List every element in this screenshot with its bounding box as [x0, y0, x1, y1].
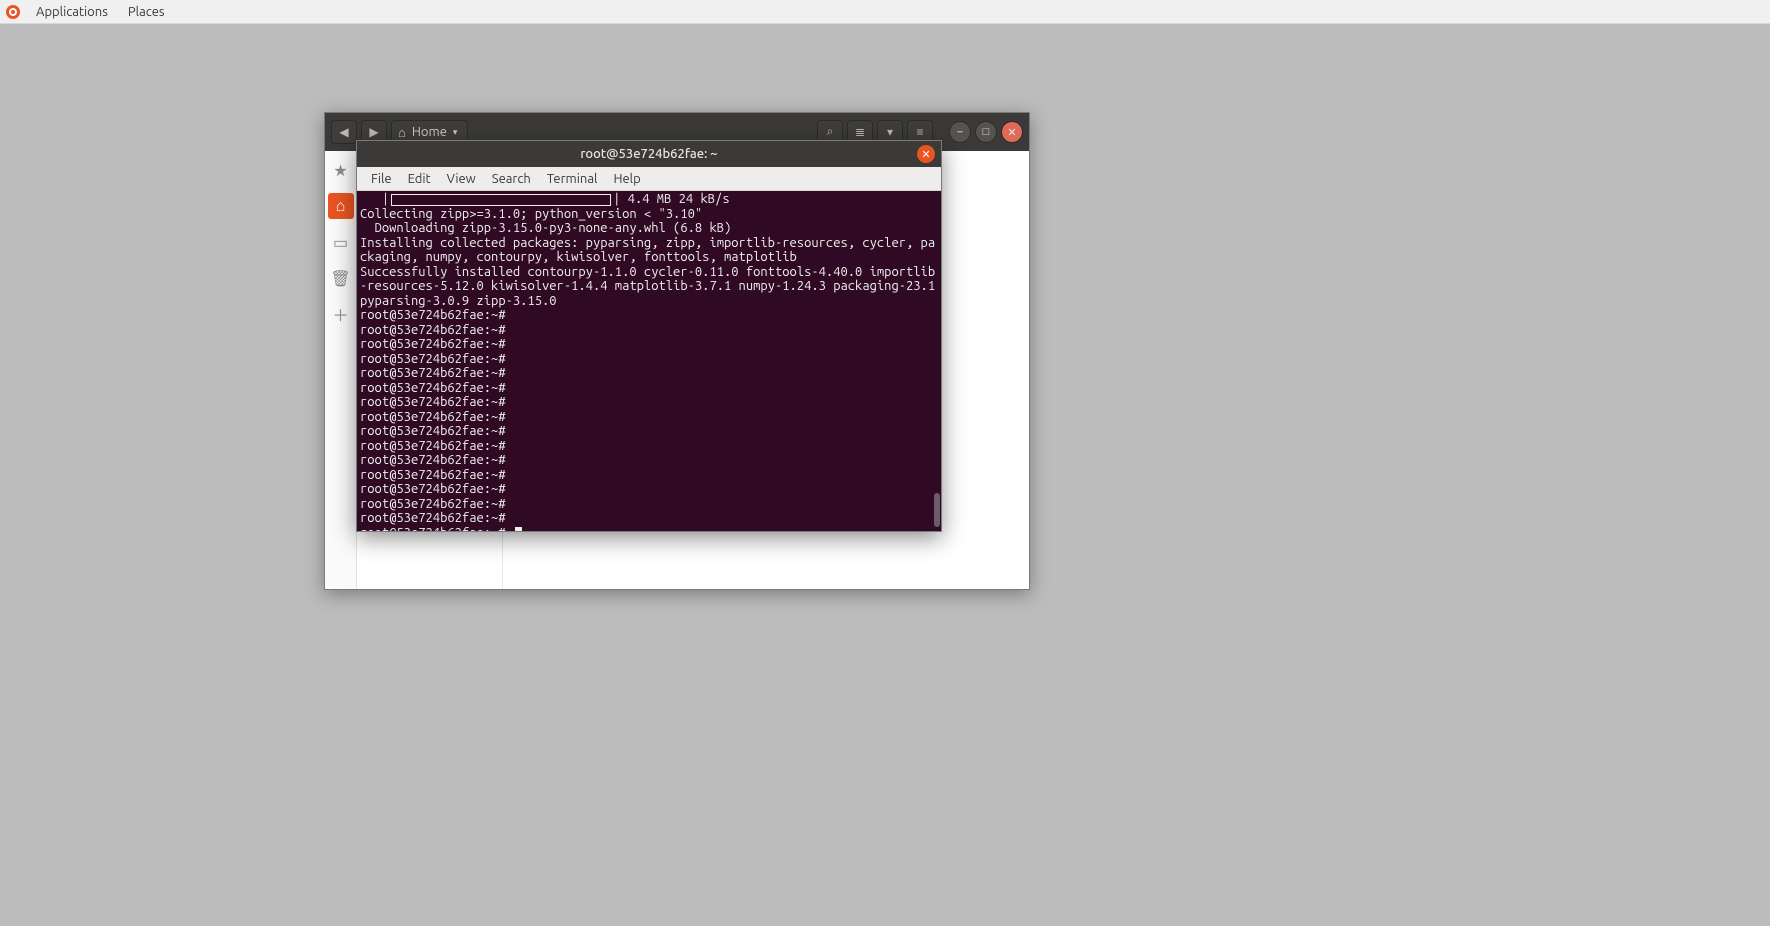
terminal-window: root@53e724b62fae: ~ ✕ File Edit View Se…	[356, 140, 942, 532]
progress-line: || 4.4 MB 24 kB/s	[360, 192, 730, 206]
menu-terminal[interactable]: Terminal	[539, 172, 606, 186]
progress-suffix: | 4.4 MB 24 kB/s	[613, 192, 729, 206]
ubuntu-logo-icon	[6, 5, 20, 19]
terminal-close-button[interactable]: ✕	[917, 145, 935, 163]
scrollbar-thumb[interactable]	[934, 493, 940, 527]
terminal-prompts: root@53e724b62fae:~# root@53e724b62fae:~…	[360, 308, 522, 531]
menu-help[interactable]: Help	[605, 172, 648, 186]
cursor	[515, 527, 522, 532]
home-icon: ⌂	[398, 125, 406, 140]
menu-view[interactable]: View	[439, 172, 484, 186]
terminal-body[interactable]: || 4.4 MB 24 kB/s Collecting zipp>=3.1.0…	[357, 191, 941, 531]
sidebar-trash[interactable]: 🗑	[328, 265, 354, 291]
menu-edit[interactable]: Edit	[400, 172, 439, 186]
sidebar-desktop[interactable]: ▭	[328, 229, 354, 255]
topbar-applications[interactable]: Applications	[26, 5, 118, 19]
menu-search[interactable]: Search	[484, 172, 539, 186]
terminal-title: root@53e724b62fae: ~	[580, 147, 717, 161]
chevron-down-icon: ▾	[453, 127, 458, 138]
maximize-button[interactable]: □	[975, 121, 997, 143]
back-button[interactable]: ◀	[331, 120, 357, 144]
terminal-menubar: File Edit View Search Terminal Help	[357, 167, 941, 191]
menu-file[interactable]: File	[363, 172, 400, 186]
progress-bar	[391, 194, 611, 206]
minimize-button[interactable]: –	[949, 121, 971, 143]
sidebar-home[interactable]: ⌂	[328, 193, 354, 219]
location-label: Home	[412, 125, 447, 139]
desktop-topbar: Applications Places	[0, 0, 1770, 24]
file-manager-sidebar: ★ ⌂ ▭ 🗑 ＋	[325, 151, 357, 589]
topbar-places[interactable]: Places	[118, 5, 175, 19]
close-button[interactable]: ✕	[1001, 121, 1023, 143]
terminal-titlebar[interactable]: root@53e724b62fae: ~ ✕	[357, 141, 941, 167]
terminal-output: Collecting zipp>=3.1.0; python_version <…	[360, 207, 941, 308]
sidebar-starred[interactable]: ★	[328, 157, 354, 183]
sidebar-add[interactable]: ＋	[328, 301, 354, 327]
